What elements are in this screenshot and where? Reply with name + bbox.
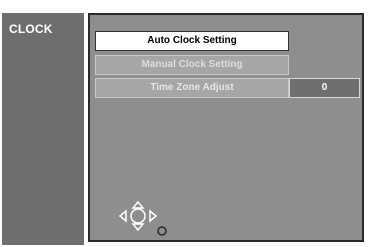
arrow-left-icon [118,209,127,223]
time-zone-adjust-item[interactable]: Time Zone Adjust [95,78,289,98]
arrow-down-icon [131,223,145,232]
left-section-panel [2,13,84,245]
section-title: CLOCK [9,22,53,36]
auto-clock-setting-item[interactable]: Auto Clock Setting [95,31,289,51]
arrow-right-icon [149,209,158,223]
return-dot-icon [157,226,167,236]
directional-pad-icon [115,192,175,242]
center-button-icon [130,208,146,224]
arrow-up-icon [131,200,145,209]
manual-clock-setting-item: Manual Clock Setting [95,55,289,75]
clock-settings-screen: CLOCK Auto Clock Setting Manual Clock Se… [0,0,368,247]
time-zone-value[interactable]: 0 [289,78,360,98]
